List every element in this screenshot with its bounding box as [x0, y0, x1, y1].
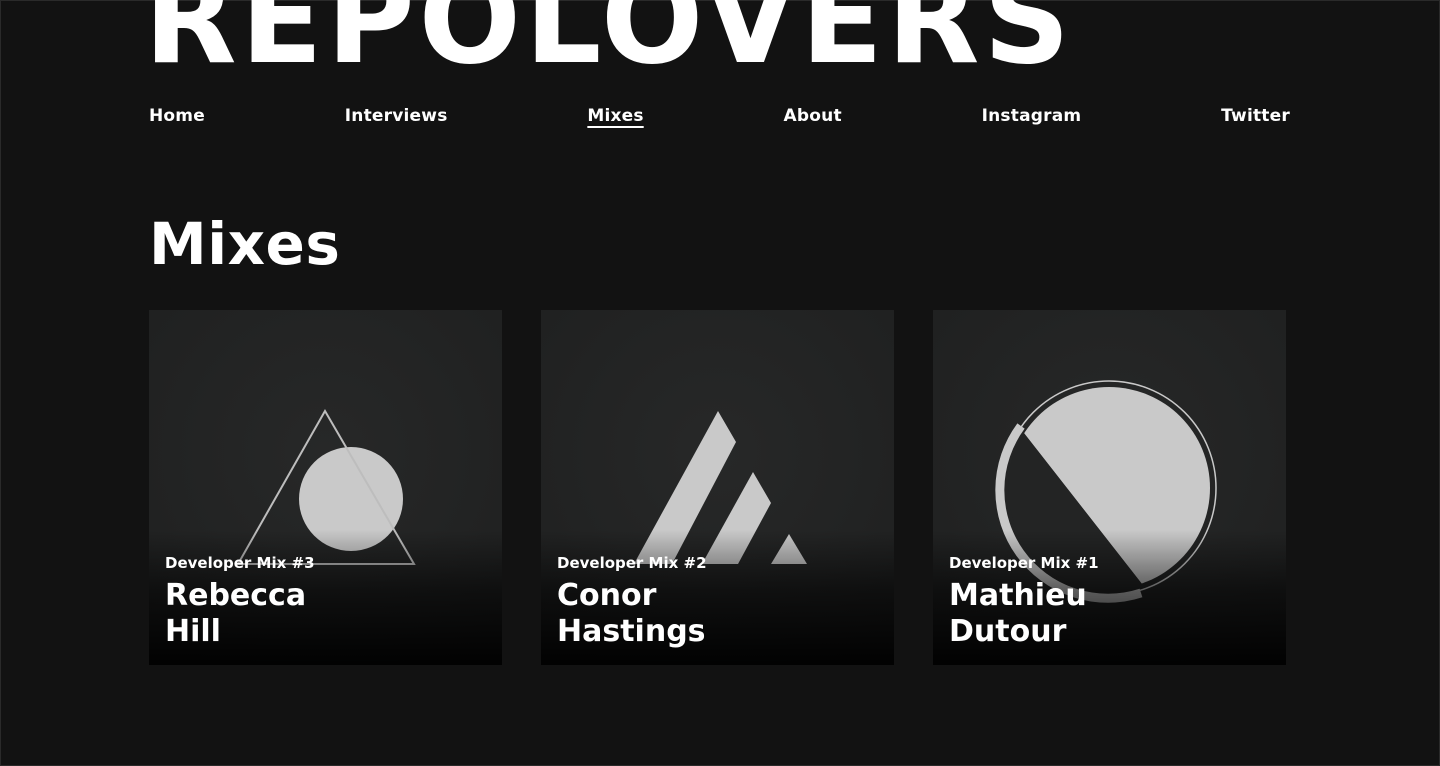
page-title: Mixes: [149, 210, 341, 278]
artist-first-name: Mathieu: [949, 578, 1087, 613]
artist-name: Rebecca Hill: [165, 578, 365, 650]
artist-name: Conor Hastings: [557, 578, 757, 650]
nav-mixes[interactable]: Mixes: [587, 104, 643, 128]
nav-interviews[interactable]: Interviews: [345, 104, 448, 128]
mix-card-conor-hastings[interactable]: Developer Mix #2 Conor Hastings: [541, 310, 894, 665]
mix-card-rebecca-hill[interactable]: Developer Mix #3 Rebecca Hill: [149, 310, 502, 665]
nav-about[interactable]: About: [784, 104, 842, 128]
artist-last-name: Hastings: [557, 614, 706, 649]
nav-home[interactable]: Home: [149, 104, 205, 128]
artist-last-name: Hill: [165, 614, 221, 649]
artist-first-name: Rebecca: [165, 578, 307, 613]
page: REPOLOVERS Home Interviews Mixes About I…: [0, 0, 1440, 766]
main-nav: Home Interviews Mixes About Instagram Tw…: [149, 104, 1290, 128]
artist-last-name: Dutour: [949, 614, 1067, 649]
mix-number: Developer Mix #3: [165, 554, 315, 572]
mix-number: Developer Mix #2: [557, 554, 707, 572]
site-logo[interactable]: REPOLOVERS: [144, 0, 1074, 82]
nav-twitter[interactable]: Twitter: [1221, 104, 1290, 128]
mix-card-mathieu-dutour[interactable]: Developer Mix #1 Mathieu Dutour: [933, 310, 1286, 665]
artist-name: Mathieu Dutour: [949, 578, 1149, 650]
mix-card-list: Developer Mix #3 Rebecca Hill Developer …: [149, 310, 1288, 665]
nav-instagram[interactable]: Instagram: [982, 104, 1082, 128]
artist-first-name: Conor: [557, 578, 657, 613]
mix-number: Developer Mix #1: [949, 554, 1099, 572]
